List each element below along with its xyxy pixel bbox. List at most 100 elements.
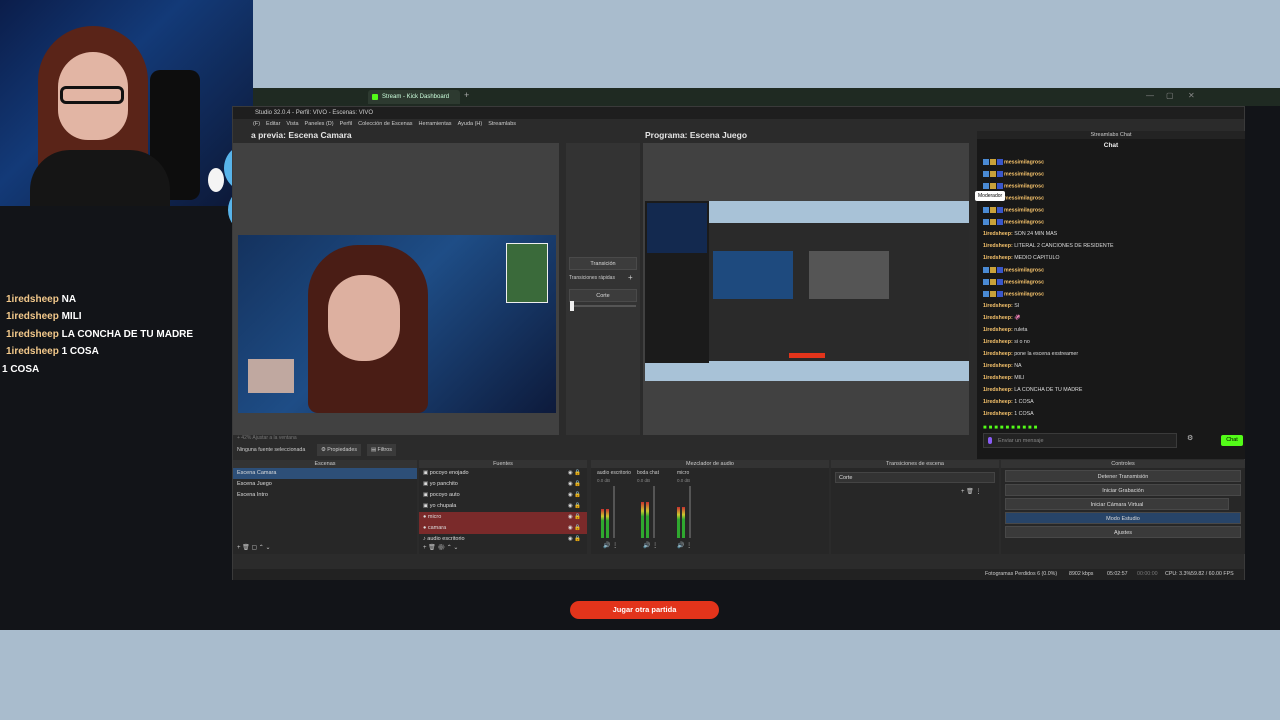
quick-transitions-label: Transiciones rápidas — [569, 275, 615, 281]
menu-streamlabs[interactable]: Streamlabs — [488, 119, 516, 129]
menu-edit[interactable]: Editar — [266, 119, 280, 129]
chat-username[interactable]: messimilagrosc — [1004, 279, 1044, 285]
program-nested-program — [809, 251, 889, 299]
emote-bar[interactable]: ■■■■■■■■■■ — [983, 425, 1039, 431]
chat-badge-icon — [997, 291, 1003, 297]
chat-username[interactable]: 1iredsheep: — [983, 387, 1013, 393]
streamer-body — [30, 150, 170, 206]
source-item[interactable]: ▣ yo panchito ◉ 🔒 — [419, 479, 587, 490]
chat-username[interactable]: messimilagrosc — [1004, 171, 1044, 177]
source-item[interactable]: ▣ yo chupala ◉ 🔒 — [419, 501, 587, 512]
chat-username[interactable]: messimilagrosc — [1004, 195, 1044, 201]
chat-username[interactable]: 1iredsheep: — [983, 375, 1013, 381]
source-item[interactable]: ▣ pocoyo enojado ◉ 🔒 — [419, 468, 587, 479]
stop-streaming-button[interactable]: Detener Transmisión — [1005, 470, 1241, 482]
chat-message: 1iredsheep: MEDIO CAPITULO — [983, 255, 1060, 261]
add-quick-transition-icon[interactable]: + — [628, 273, 633, 282]
source-toolbar-buttons[interactable]: + 🗑 ⚙ ⌃ ⌄ — [423, 544, 458, 551]
preview-canvas[interactable]: + 42% Ajustar a la ventana — [233, 143, 559, 441]
source-item[interactable]: ● micro ◉ 🔒 — [419, 512, 587, 523]
mute-icon[interactable]: 🔊 ⋮ — [677, 542, 692, 549]
chat-message: 1iredsheep: SON 24 MIN MAS — [983, 231, 1057, 237]
mixer-title: Mezclador de audio — [591, 460, 829, 468]
program-nested-preview — [713, 251, 793, 299]
no-source-label: Ninguna fuente seleccionada — [237, 447, 306, 453]
transition-dropdown[interactable]: Corte — [835, 472, 995, 483]
source-item[interactable]: ▣ pocoyo auto ◉ 🔒 — [419, 490, 587, 501]
chat-text: NA — [1014, 363, 1022, 369]
chat-text: SI — [1014, 303, 1020, 309]
chat-username[interactable]: 1iredsheep: — [983, 255, 1013, 261]
menu-tools[interactable]: Herramientas — [419, 119, 452, 129]
browser-tab[interactable]: Stream - Kick Dashboard — [368, 90, 460, 104]
new-tab-button[interactable]: + — [464, 90, 469, 100]
chat-username[interactable]: 1iredsheep: — [983, 351, 1013, 357]
menu-scene-collection[interactable]: Colección de Escenas — [358, 119, 412, 129]
sources-title: Fuentes — [419, 460, 587, 468]
close-icon[interactable]: ✕ — [1188, 91, 1195, 100]
filters-button[interactable]: ▤ Filtros — [367, 444, 396, 456]
audio-level-meter — [606, 509, 609, 538]
volume-fader[interactable] — [613, 486, 615, 538]
menu-help[interactable]: Ayuda (H) — [458, 119, 483, 129]
play-again-button[interactable]: Jugar otra partida — [570, 601, 719, 619]
scene-item[interactable]: Escena Intro — [233, 490, 417, 501]
minimize-icon[interactable]: — — [1146, 91, 1154, 100]
menu-view[interactable]: Vista — [286, 119, 298, 129]
settings-button[interactable]: Ajustes — [1005, 526, 1241, 538]
chat-username[interactable]: 1iredsheep: — [983, 327, 1013, 333]
chat-username[interactable]: messimilagrosc — [1004, 207, 1044, 213]
source-item[interactable]: ● camara ◉ 🔒 — [419, 523, 587, 534]
mute-icon[interactable]: 🔊 ⋮ — [643, 542, 658, 549]
preview-zoom-bar[interactable]: + 42% Ajustar a la ventana — [237, 435, 297, 441]
chat-username[interactable]: messimilagrosc — [1004, 183, 1044, 189]
obs-menu-bar: (F) Editar Vista Paneles (D) Perfil Cole… — [253, 119, 516, 129]
chat-username[interactable]: 1iredsheep: — [983, 315, 1013, 321]
mixer-channel-name: boda chat — [637, 470, 659, 476]
transition-select[interactable]: Corte — [569, 289, 637, 302]
scene-item[interactable]: Escena Juego — [233, 479, 417, 490]
scene-toolbar[interactable]: + 🗑 ▢ ⌃ ⌄ — [237, 544, 271, 551]
mixer-db: 0.0 dB — [677, 478, 691, 483]
chat-username[interactable]: 1iredsheep: — [983, 339, 1013, 345]
mute-icon[interactable]: 🔊 ⋮ — [603, 542, 618, 549]
volume-fader[interactable] — [653, 486, 655, 538]
chat-message: 1iredsheep: ruleta — [983, 327, 1027, 333]
chat-input[interactable]: Enviar un mensaje — [983, 433, 1177, 448]
chat-username[interactable]: 1iredsheep: — [983, 399, 1013, 405]
chat-panel-title: Chat — [1103, 142, 1119, 149]
transition-button[interactable]: Transición — [569, 257, 637, 270]
chat-badge-icon — [983, 183, 989, 189]
preview-yo-image — [248, 359, 294, 393]
t-bar-handle[interactable] — [570, 301, 574, 311]
settings-icon[interactable]: ⚙ — [1187, 434, 1193, 442]
moderator-tooltip: Moderador — [975, 191, 1006, 201]
chat-message: 1iredsheep: LA CONCHA DE TU MADRE — [983, 387, 1082, 393]
chat-username[interactable]: 1iredsheep: — [983, 303, 1013, 309]
menu-docks[interactable]: Paneles (D) — [305, 119, 334, 129]
studio-mode-button[interactable]: Modo Estudio — [1005, 512, 1241, 524]
scene-item[interactable]: Escena Camara — [233, 468, 417, 479]
chat-send-button[interactable]: Chat — [1221, 435, 1243, 446]
maximize-icon[interactable]: ▢ — [1166, 91, 1174, 100]
chat-username[interactable]: 1iredsheep: — [983, 363, 1013, 369]
chat-message: messimilagrosc — [983, 183, 1044, 189]
chat-username[interactable]: messimilagrosc — [1004, 267, 1044, 273]
chat-message: 1iredsheep: NA — [983, 363, 1022, 369]
chat-badge-icon — [997, 207, 1003, 213]
virtual-camera-button[interactable]: Iniciar Cámara Virtual — [1005, 498, 1229, 510]
volume-fader[interactable] — [689, 486, 691, 538]
chat-badge-icon — [997, 183, 1003, 189]
properties-button[interactable]: ⚙ Propiedades — [317, 444, 361, 456]
chat-username[interactable]: messimilagrosc — [1004, 291, 1044, 297]
chat-username[interactable]: 1iredsheep: — [983, 411, 1013, 417]
chat-message: messimilagrosc — [983, 207, 1044, 213]
menu-file[interactable]: (F) — [253, 119, 260, 129]
chat-username[interactable]: messimilagrosc — [1004, 159, 1044, 165]
chat-username[interactable]: messimilagrosc — [1004, 219, 1044, 225]
start-recording-button[interactable]: Iniciar Grabación — [1005, 484, 1241, 496]
chat-username[interactable]: 1iredsheep: — [983, 231, 1013, 237]
menu-profile[interactable]: Perfil — [340, 119, 353, 129]
transition-buttons[interactable]: + 🗑 ⋮ — [961, 488, 981, 495]
chat-username[interactable]: 1iredsheep: — [983, 243, 1013, 249]
